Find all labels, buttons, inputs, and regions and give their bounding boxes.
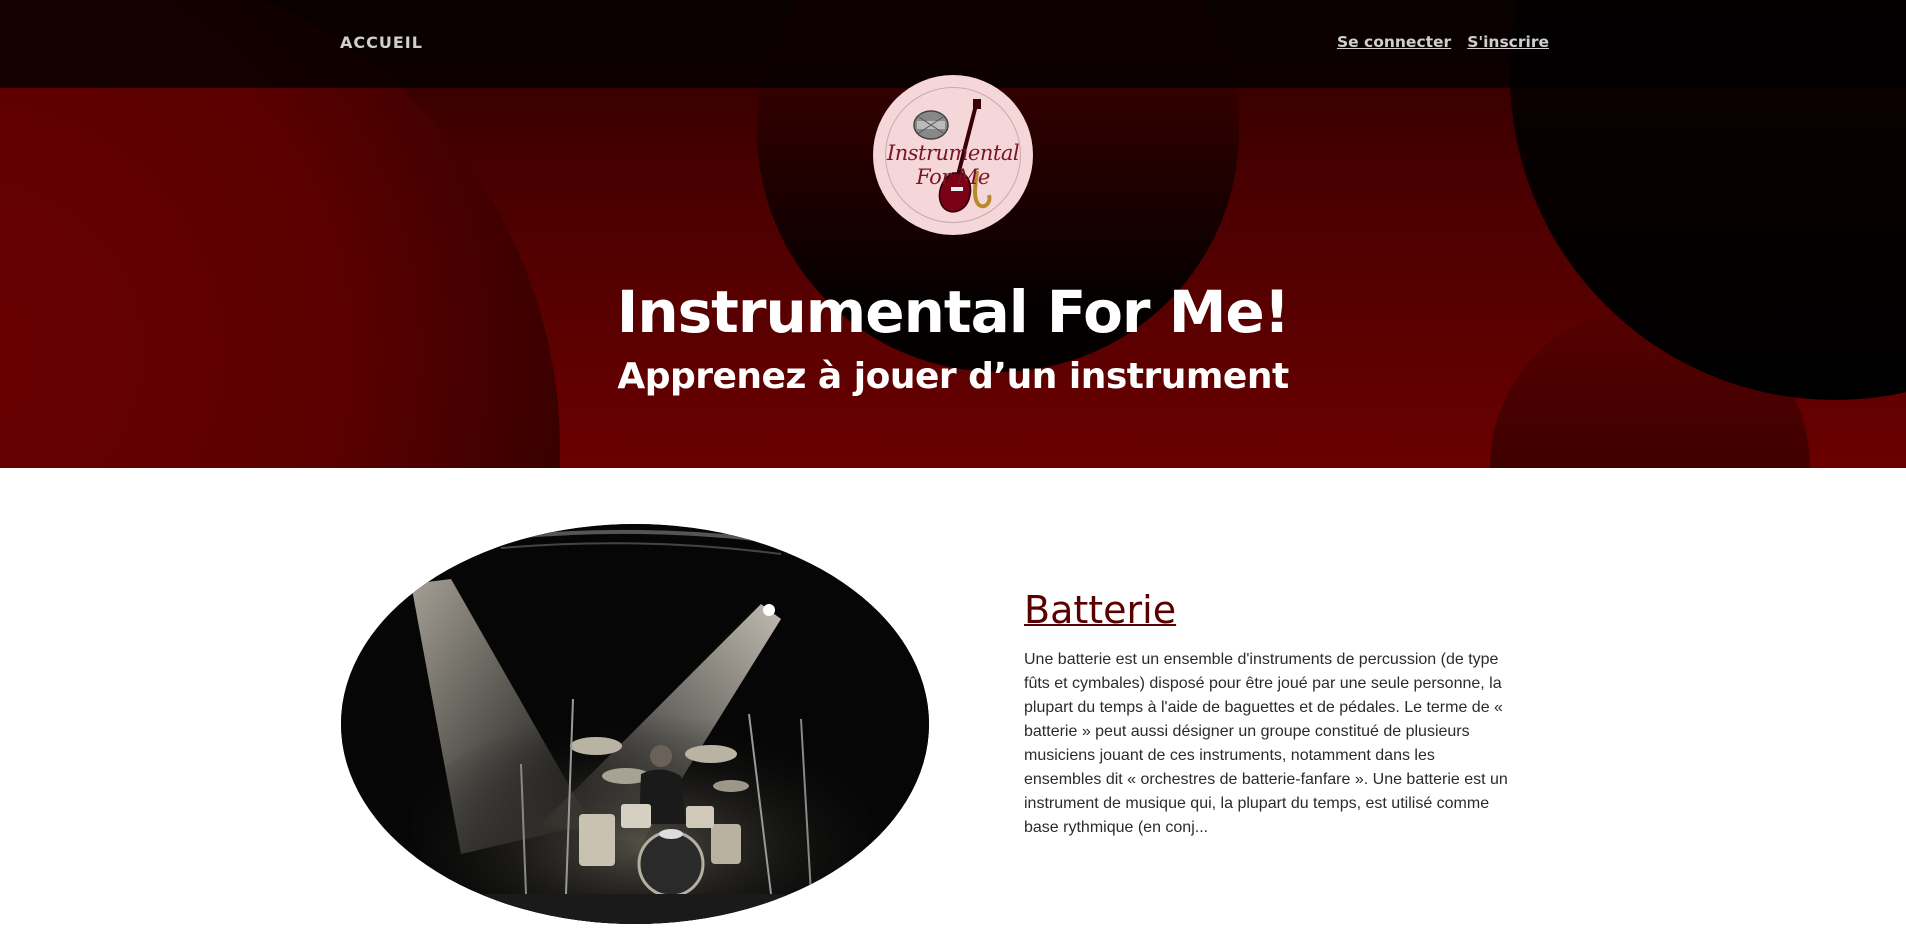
signup-link[interactable]: S'inscrire [1467,33,1549,51]
login-link[interactable]: Se connecter [1337,33,1451,51]
article-excerpt: Une batterie est un ensemble d'instrumen… [1024,651,1508,836]
microphone-icon [913,110,949,140]
drum-kit-photo[interactable] [341,524,929,924]
hero-banner: ACCUEIL Se connecter S'inscrire Instrume… [0,0,1906,468]
auth-links: Se connecter S'inscrire [1337,33,1549,51]
page-title: Instrumental For Me! [616,278,1290,346]
logo-text: Instrumental For Me [886,141,1020,189]
drummer-on-stage-image [341,524,929,924]
site-logo[interactable]: Instrumental For Me [873,75,1033,235]
page-subtitle: Apprenez à jouer d’un instrument [617,356,1289,397]
nav-home-link[interactable]: ACCUEIL [340,33,423,52]
article-title-link[interactable]: Batterie [1024,588,1176,632]
